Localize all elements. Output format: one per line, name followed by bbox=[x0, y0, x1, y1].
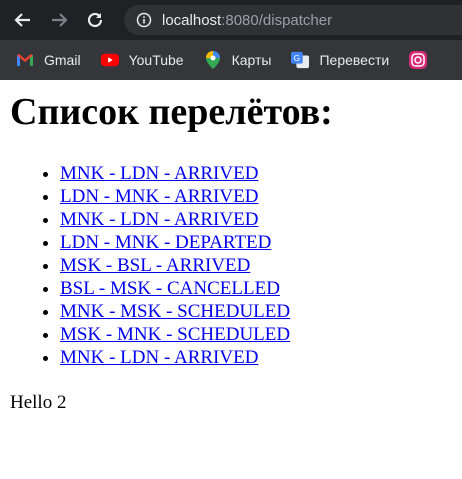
bookmark-label: Gmail bbox=[44, 52, 81, 68]
flight-link[interactable]: MNK - LDN - ARRIVED bbox=[60, 163, 258, 184]
list-item: MSK - MNK - SCHEDULED bbox=[60, 323, 452, 346]
flight-list: MNK - LDN - ARRIVED LDN - MNK - ARRIVED … bbox=[10, 162, 452, 369]
gmail-icon bbox=[16, 51, 34, 69]
bookmark-gmail[interactable]: Gmail bbox=[16, 51, 81, 69]
bookmark-label: Карты bbox=[231, 52, 272, 68]
url-host: localhost bbox=[162, 11, 222, 29]
bookmark-maps[interactable]: Карты bbox=[204, 51, 272, 69]
reload-icon[interactable] bbox=[80, 5, 110, 35]
youtube-icon bbox=[100, 51, 119, 69]
list-item: LDN - MNK - DEPARTED bbox=[60, 231, 452, 254]
flight-link[interactable]: MSK - MNK - SCHEDULED bbox=[60, 324, 290, 345]
bookmark-instagram[interactable] bbox=[409, 51, 437, 69]
browser-toolbar: localhost:8080/dispatcher bbox=[0, 0, 462, 40]
bookmark-youtube[interactable]: YouTube bbox=[100, 51, 184, 69]
page-title: Список перелётов: bbox=[10, 91, 333, 133]
bookmark-label: YouTube bbox=[128, 52, 184, 68]
flight-link[interactable]: MNK - MSK - SCHEDULED bbox=[60, 301, 290, 322]
instagram-icon bbox=[409, 51, 428, 69]
list-item: LDN - MNK - ARRIVED bbox=[60, 185, 452, 208]
translate-icon: G bbox=[291, 51, 310, 69]
flight-link[interactable]: BSL - MSK - CANCELLED bbox=[60, 278, 280, 299]
list-item: MNK - LDN - ARRIVED bbox=[60, 162, 452, 185]
list-item: BSL - MSK - CANCELLED bbox=[60, 277, 452, 300]
maps-icon bbox=[204, 51, 222, 69]
bookmark-translate[interactable]: G Перевести bbox=[291, 51, 389, 69]
list-item: MNK - LDN - ARRIVED bbox=[60, 208, 452, 231]
flight-link[interactable]: LDN - MNK - ARRIVED bbox=[60, 186, 258, 207]
flight-link[interactable]: MNK - LDN - ARRIVED bbox=[60, 209, 258, 230]
footer-text: Hello 2 bbox=[10, 391, 67, 413]
bookmark-label: Перевести bbox=[319, 52, 390, 68]
list-item: MSK - BSL - ARRIVED bbox=[60, 254, 452, 277]
bookmarks-bar: Gmail YouTube Карты G Перевести bbox=[0, 40, 462, 80]
page-content: Список перелётов: MNK - LDN - ARRIVED LD… bbox=[0, 91, 462, 414]
flight-link[interactable]: LDN - MNK - DEPARTED bbox=[60, 232, 271, 253]
list-item: MNK - LDN - ARRIVED bbox=[60, 346, 452, 369]
flight-link[interactable]: MSK - BSL - ARRIVED bbox=[60, 255, 250, 276]
list-item: MNK - MSK - SCHEDULED bbox=[60, 300, 452, 323]
url-path: :8080/dispatcher bbox=[221, 11, 333, 29]
address-bar[interactable]: localhost:8080/dispatcher bbox=[124, 5, 462, 35]
site-info-icon[interactable] bbox=[136, 12, 152, 28]
back-icon[interactable] bbox=[8, 5, 38, 35]
svg-text:G: G bbox=[294, 54, 300, 63]
forward-icon[interactable] bbox=[44, 5, 74, 35]
flight-link[interactable]: MNK - LDN - ARRIVED bbox=[60, 347, 258, 368]
